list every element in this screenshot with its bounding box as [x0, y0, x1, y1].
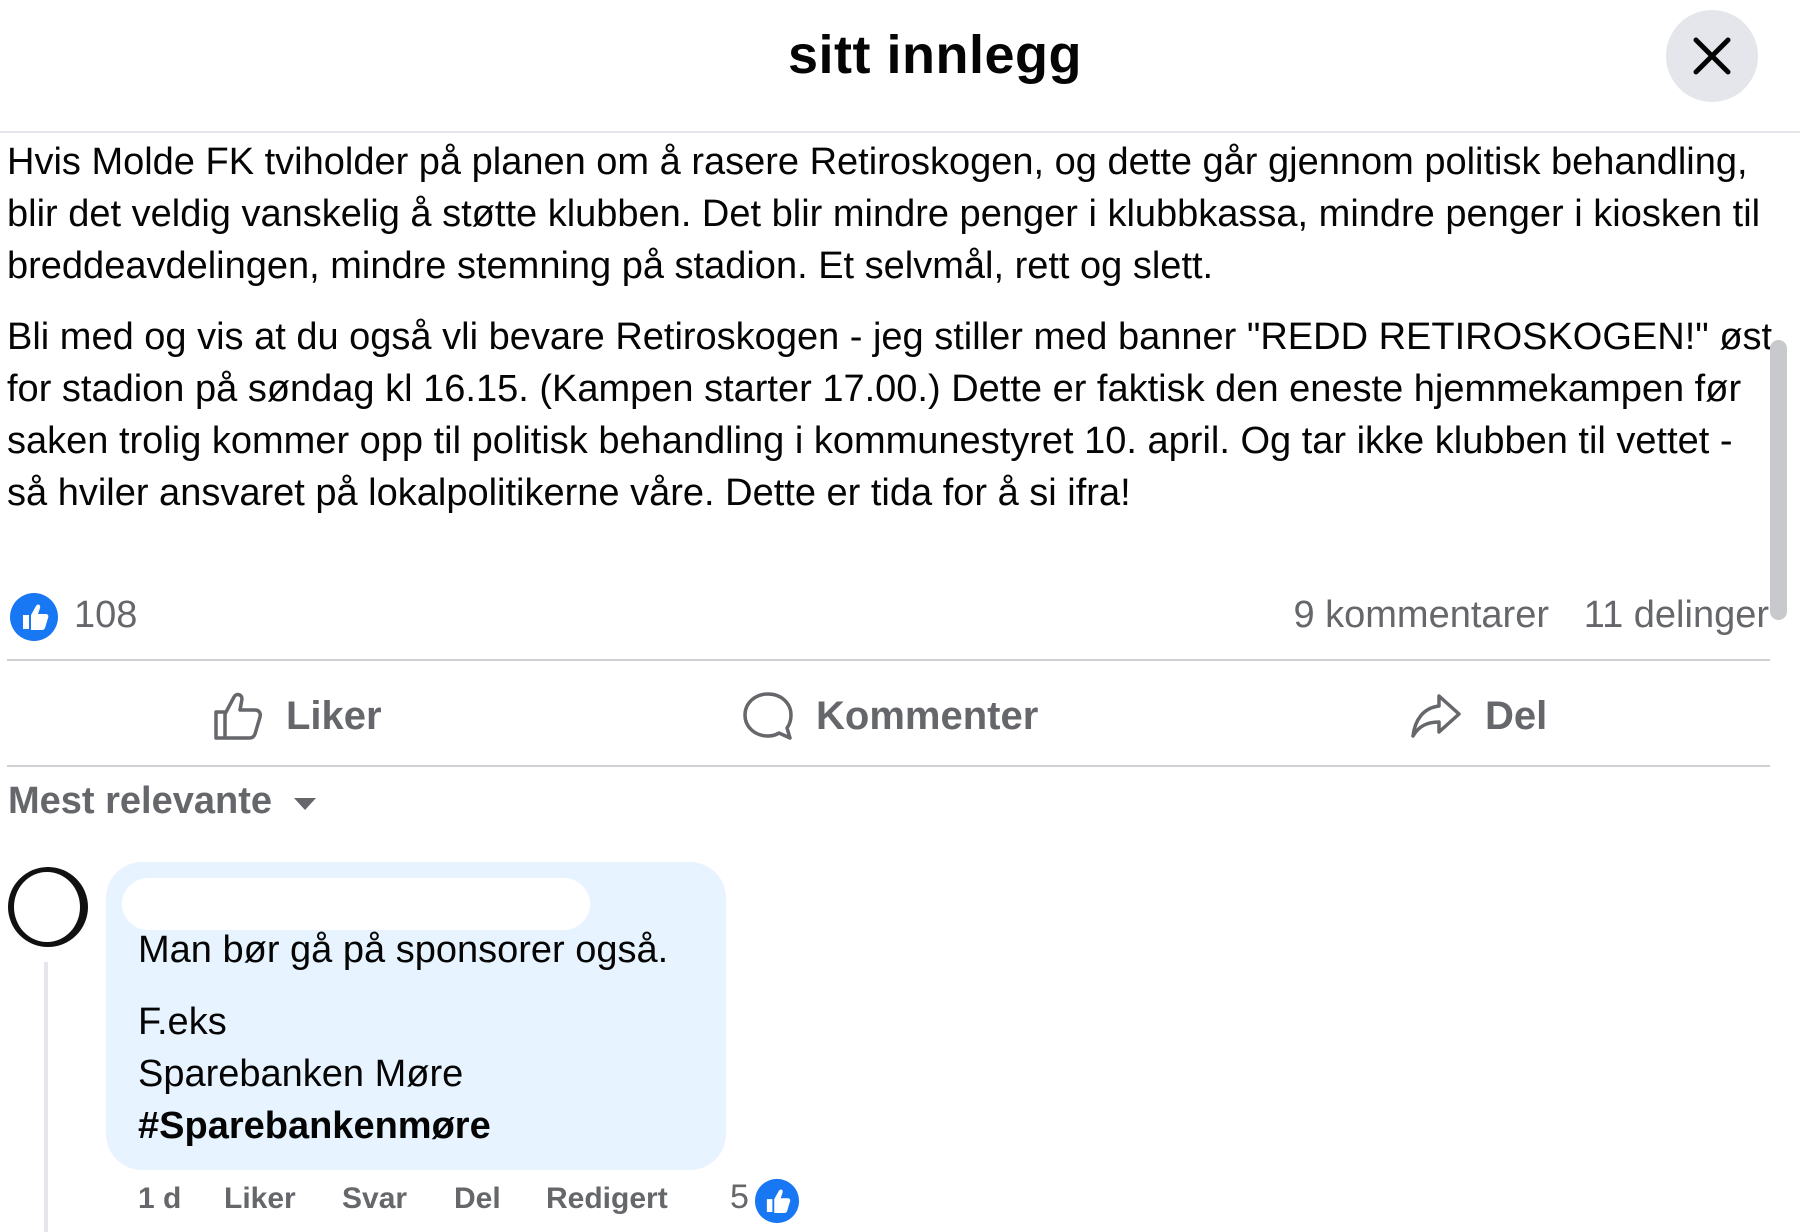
comment-button-label: Kommenter: [816, 693, 1039, 738]
comment-reply-button[interactable]: Svar: [342, 1182, 407, 1216]
post-paragraph-2: Bli med og vis at du også vli bevare Ret…: [7, 316, 1773, 514]
share-button-label: Del: [1485, 693, 1548, 738]
avatar-image: [14, 872, 80, 942]
comment-text: F.eks: [138, 1001, 227, 1043]
dialog-title: sitt innlegg: [788, 25, 1082, 85]
comment-bubble: Man bør gå på sponsorer også. F.eks Spar…: [106, 862, 726, 1170]
share-icon: [1411, 694, 1461, 738]
likes-count[interactable]: 108: [74, 594, 137, 637]
like-reaction-icon: [754, 1178, 800, 1224]
post-stats: 108 9 kommentarer 11 delinger: [0, 588, 1800, 648]
like-button[interactable]: Liker: [212, 668, 382, 764]
close-icon: [1693, 37, 1731, 75]
divider: [7, 659, 1770, 661]
comment-button[interactable]: Kommenter: [742, 668, 1038, 764]
comment-share-button[interactable]: Del: [454, 1182, 501, 1216]
scrollbar-thumb[interactable]: [1770, 340, 1787, 620]
comment-text: Sparebanken Møre: [138, 1053, 464, 1095]
thumbs-up-icon: [214, 692, 262, 740]
post-actions-bar: Liker Kommenter Del: [0, 668, 1800, 764]
comment-sort-label: Mest relevante: [8, 780, 273, 822]
comment-timestamp[interactable]: 1 d: [138, 1182, 181, 1216]
comment-like-button[interactable]: Liker: [224, 1182, 296, 1216]
dialog-header: sitt innlegg: [0, 0, 1800, 133]
post-paragraph-1: Hvis Molde FK tviholder på planen om å r…: [7, 141, 1761, 287]
comment-reaction-count[interactable]: 5: [730, 1178, 749, 1217]
like-button-label: Liker: [286, 693, 382, 738]
close-button[interactable]: [1666, 10, 1758, 102]
shares-count[interactable]: 11 delinger: [1584, 594, 1769, 637]
comment-sort-dropdown[interactable]: Mest relevante: [8, 780, 318, 823]
divider: [7, 765, 1770, 767]
like-reaction-icon[interactable]: [9, 592, 59, 642]
thread-line: [44, 962, 48, 1232]
share-button[interactable]: Del: [1409, 668, 1547, 764]
comment-text: Man bør gå på sponsorer også.: [138, 929, 669, 971]
commenter-name-redacted: [122, 878, 590, 930]
caret-down-icon: [294, 797, 317, 810]
comment-edited-label: Redigert: [546, 1182, 668, 1215]
comments-count[interactable]: 9 kommentarer: [1293, 594, 1549, 637]
avatar[interactable]: [8, 867, 88, 947]
comment-hashtag-link[interactable]: #Sparebankenmøre: [138, 1100, 491, 1152]
comment-icon: [743, 692, 793, 740]
